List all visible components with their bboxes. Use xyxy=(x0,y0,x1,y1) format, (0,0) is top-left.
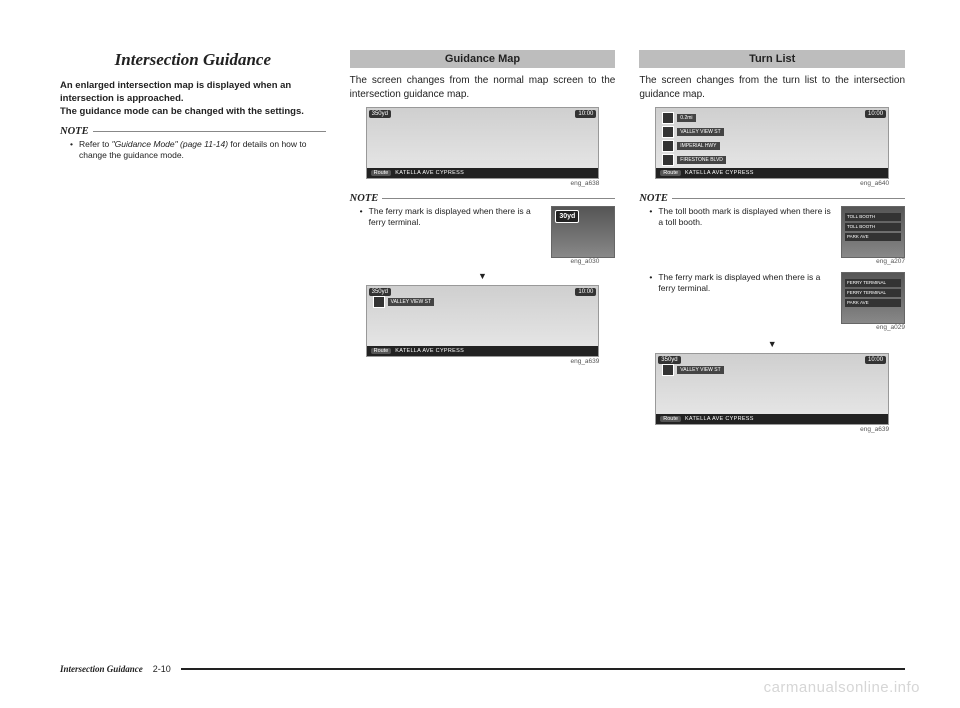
col2-text: The screen changes from the normal map s… xyxy=(350,74,616,101)
map-bottom-bar: Route KATELLA AVE CYPRESS xyxy=(367,168,599,178)
distance-badge: 350yd xyxy=(369,110,391,118)
figure-toll-booth-mark: TOLL BOOTH TOLL BOOTH PARK AVE xyxy=(841,206,905,258)
upcoming-street: VALLEY VIEW ST xyxy=(373,296,434,308)
figure-ferry-mark: 30yd xyxy=(551,206,615,258)
clock-badge: 10:00 xyxy=(865,110,886,118)
upcoming-street: VALLEY VIEW ST xyxy=(662,364,723,376)
band-turn-list: Turn List xyxy=(639,50,905,68)
map-bottom-bar: Route KATELLA AVE CYPRESS xyxy=(367,346,599,356)
turn-icon xyxy=(662,140,674,152)
route-label: Route xyxy=(371,348,392,354)
figure-map-intersection: 350yd 10:00 VALLEY VIEW ST Route KATELLA… xyxy=(366,285,600,357)
turn-icon xyxy=(662,154,674,166)
figure-map-normal: 350yd 10:00 Route KATELLA AVE CYPRESS xyxy=(366,107,600,179)
figure-caption: eng_a030 xyxy=(366,258,600,265)
street-label: KATELLA AVE CYPRESS xyxy=(395,348,464,354)
note-bullet: The toll booth mark is displayed when th… xyxy=(649,206,835,228)
street-label: KATELLA AVE CYPRESS xyxy=(395,170,464,176)
intro-text: An enlarged intersection map is displaye… xyxy=(60,80,326,118)
figure-caption: eng_a639 xyxy=(366,358,600,365)
route-label: Route xyxy=(660,170,681,176)
note-bullet: The ferry mark is displayed when there i… xyxy=(360,206,546,228)
turn-icon xyxy=(662,112,674,124)
figure-ferry-terminal-mark: FERRY TERMINAL FERRY TERMINAL PARK AVE xyxy=(841,272,905,324)
footer-title: Intersection Guidance xyxy=(60,664,143,674)
route-label: Route xyxy=(660,416,681,422)
intro-bold-1: An enlarged intersection map is displaye… xyxy=(60,80,291,104)
watermark: carmanualsonline.info xyxy=(764,679,920,696)
mini-turn-list: FERRY TERMINAL FERRY TERMINAL PARK AVE xyxy=(845,279,901,307)
note-header: NOTE xyxy=(639,193,905,204)
distance-badge: 350yd xyxy=(369,288,391,296)
street-label: KATELLA AVE CYPRESS xyxy=(685,170,754,176)
clock-badge: 10:00 xyxy=(575,288,596,296)
note-header: NOTE xyxy=(350,193,616,204)
clock-badge: 10:00 xyxy=(865,356,886,364)
columns: Intersection Guidance An enlarged inters… xyxy=(60,50,905,439)
distance-badge: 350yd xyxy=(658,356,680,364)
band-guidance-map: Guidance Map xyxy=(350,50,616,68)
route-label: Route xyxy=(371,170,392,176)
page-title: Intersection Guidance xyxy=(60,50,326,70)
figure-caption: eng_a207 xyxy=(639,258,905,266)
figure-map-intersection: 350yd 10:00 VALLEY VIEW ST Route KATELLA… xyxy=(655,353,889,425)
footer-page-number: 2-10 xyxy=(153,664,171,674)
turn-icon xyxy=(373,296,385,308)
map-bottom-bar: Route KATELLA AVE CYPRESS xyxy=(656,168,888,178)
street-label: KATELLA AVE CYPRESS xyxy=(685,416,754,422)
note-bullet: The ferry mark is displayed when there i… xyxy=(649,272,835,294)
down-arrow-icon: ▼ xyxy=(639,339,905,349)
note-bullet: Refer to "Guidance Mode" (page 11-14) fo… xyxy=(70,139,326,161)
map-bottom-bar: Route KATELLA AVE CYPRESS xyxy=(656,414,888,424)
footer-rule xyxy=(181,668,905,670)
note-header: NOTE xyxy=(60,126,326,137)
distance-badge: 30yd xyxy=(555,210,579,223)
col-1: Intersection Guidance An enlarged inters… xyxy=(60,50,326,439)
col-2: Guidance Map The screen changes from the… xyxy=(350,50,616,439)
figure-turn-list: 10:00 0.2mi VALLEY VIEW ST IMPERIAL HWY … xyxy=(655,107,889,179)
figure-caption: eng_a638 xyxy=(366,180,600,187)
manual-page: Intersection Guidance An enlarged inters… xyxy=(0,0,960,708)
turn-list-rows: 0.2mi VALLEY VIEW ST IMPERIAL HWY FIREST… xyxy=(662,112,726,166)
figure-caption: eng_a639 xyxy=(655,426,889,433)
turn-icon xyxy=(662,364,674,376)
down-arrow-icon: ▼ xyxy=(350,271,616,281)
col-3: Turn List The screen changes from the tu… xyxy=(639,50,905,439)
clock-badge: 10:00 xyxy=(575,110,596,118)
note-body: The toll booth mark is displayed when th… xyxy=(639,206,905,333)
figure-caption: eng_a029 xyxy=(639,324,905,332)
note-body: The ferry mark is displayed when there i… xyxy=(350,206,616,258)
intro-bold-2: The guidance mode can be changed with th… xyxy=(60,106,304,117)
page-footer: Intersection Guidance 2-10 xyxy=(60,664,905,674)
note-body: Refer to "Guidance Mode" (page 11-14) fo… xyxy=(60,139,326,161)
figure-caption: eng_a640 xyxy=(655,180,889,187)
col3-text: The screen changes from the turn list to… xyxy=(639,74,905,101)
turn-icon xyxy=(662,126,674,138)
mini-turn-list: TOLL BOOTH TOLL BOOTH PARK AVE xyxy=(845,213,901,241)
